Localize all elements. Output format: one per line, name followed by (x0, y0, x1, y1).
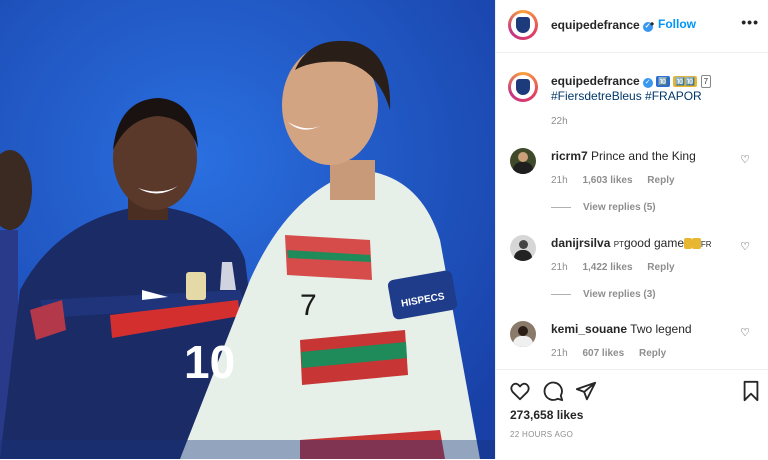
comment-meta: 21h 1,422 likes Reply (551, 262, 687, 273)
view-replies-label: View replies (3) (583, 289, 656, 300)
comment-username[interactable]: danijrsilva (551, 236, 610, 250)
comment-avatar[interactable] (510, 235, 536, 261)
view-replies-button[interactable]: View replies (3) (551, 289, 656, 300)
more-icon[interactable]: ••• (741, 14, 759, 30)
comment-meta: 21h 1,603 likes Reply (551, 175, 687, 186)
comment-icon[interactable] (542, 380, 564, 402)
caption-time: 22h (551, 116, 568, 127)
comment-time: 21h (551, 348, 568, 359)
header-username[interactable]: equipedefrance (551, 18, 640, 32)
comment-avatar[interactable] (510, 148, 536, 174)
comment-body: Prince and the King (591, 149, 696, 163)
comment-text-row: danijrsilva PTgood game FR (551, 236, 741, 252)
bookmark-icon[interactable] (740, 380, 762, 402)
pt-flag-icon: PT (613, 240, 624, 249)
comment-text-row: kemi_souane Two legend (551, 322, 741, 337)
profile-avatar[interactable] (508, 10, 538, 40)
comment-username[interactable]: ricrm7 (551, 149, 588, 163)
emoji-pointing-icon (684, 238, 693, 249)
shirt-number-right: 7 (300, 289, 317, 322)
follow-button[interactable]: Follow (658, 17, 696, 31)
view-replies-button[interactable]: View replies (5) (551, 202, 656, 213)
likes-count[interactable]: 273,658 likes (510, 408, 583, 422)
comment-like-heart-icon[interactable]: ♡ (740, 326, 750, 339)
fr-flag-icon: FR (700, 240, 712, 249)
comment-time: 21h (551, 262, 568, 273)
reply-button[interactable]: Reply (647, 175, 674, 186)
reply-button[interactable]: Reply (639, 348, 666, 359)
heart-icon[interactable] (509, 380, 531, 402)
emoji-pointing-icon: 🔟🔟 (673, 76, 698, 87)
comment-meta: 21h 607 likes Reply (551, 348, 678, 359)
comment-like-heart-icon[interactable]: ♡ (740, 240, 750, 253)
emoji-pointing-icon (692, 238, 701, 249)
caption-hashtags[interactable]: #FiersdetreBleus #FRAPOR (551, 89, 702, 103)
comment-likes[interactable]: 607 likes (582, 348, 624, 359)
share-icon[interactable] (575, 380, 597, 402)
comment-likes[interactable]: 1,603 likes (582, 175, 632, 186)
separator-dot: • (650, 17, 655, 31)
view-replies-label: View replies (5) (583, 202, 656, 213)
post-side-panel: equipedefrance ✓ • Follow ••• equipedefra… (495, 0, 768, 459)
comment-text-row: ricrm7 Prince and the King (551, 149, 741, 164)
comment-body: good game (623, 236, 684, 250)
verified-icon: ✓ (642, 78, 653, 88)
caption-username[interactable]: equipedefrance (551, 74, 640, 88)
shirt-number-left: 10 (184, 336, 235, 388)
comment-time: 21h (551, 175, 568, 186)
post-photo[interactable]: HISPECS 7 10 (0, 0, 495, 459)
fff-crest-icon (516, 79, 530, 95)
caption-avatar[interactable] (508, 72, 538, 102)
comment-username[interactable]: kemi_souane (551, 322, 627, 336)
post-timestamp: 22 HOURS AGO (510, 430, 574, 439)
emoji-ten-icon: 🔟 (656, 76, 671, 87)
post-actions: 273,658 likes 22 HOURS AGO (496, 369, 768, 460)
emoji-seven-icon: 7 (700, 75, 712, 88)
fff-crest-icon (516, 17, 530, 33)
caption: equipedefrance ✓ 🔟 🔟🔟 7 #FiersdetreBleus … (551, 74, 756, 104)
reply-button[interactable]: Reply (647, 262, 674, 273)
comment-like-heart-icon[interactable]: ♡ (740, 153, 750, 166)
photo-illustration: HISPECS 7 10 (0, 0, 495, 459)
comment-avatar[interactable] (510, 321, 536, 347)
comment-likes[interactable]: 1,422 likes (582, 262, 632, 273)
comment-body: Two legend (630, 322, 692, 336)
post-header: equipedefrance ✓ • Follow ••• (496, 0, 768, 53)
header-username-row: equipedefrance ✓ (551, 18, 653, 32)
